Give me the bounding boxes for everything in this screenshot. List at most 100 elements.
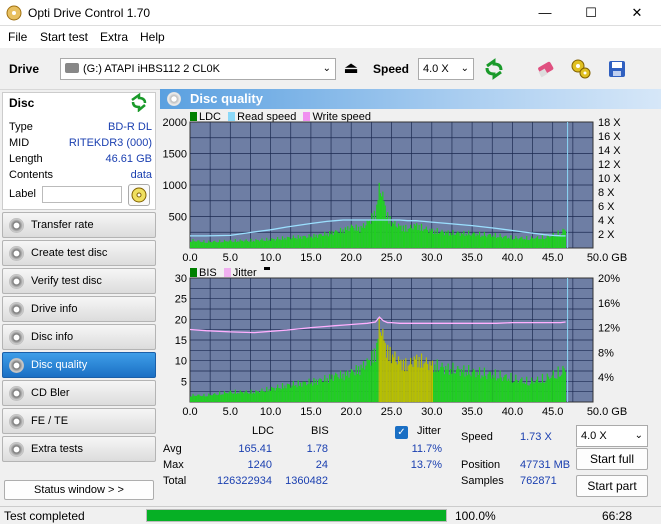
menu-help[interactable]: Help bbox=[140, 30, 165, 44]
y-right-tick-label: 10 X bbox=[598, 173, 621, 185]
status-window-button[interactable]: Status window > > bbox=[4, 480, 154, 500]
nav-disc-quality[interactable]: Disc quality bbox=[2, 352, 156, 378]
bis-bar bbox=[228, 391, 230, 402]
bis-bar bbox=[420, 353, 423, 402]
bis-bar bbox=[477, 375, 479, 402]
ldc-bar bbox=[350, 224, 353, 248]
ldc-bar bbox=[205, 242, 207, 248]
bis-bar bbox=[466, 375, 469, 402]
menu-start-test[interactable]: Start test bbox=[40, 30, 88, 44]
nav-extra-tests[interactable]: Extra tests bbox=[2, 436, 156, 462]
ldc-bar bbox=[275, 239, 278, 248]
ldc-bar bbox=[497, 237, 499, 248]
ldc-bar bbox=[397, 223, 400, 248]
bis-bar bbox=[272, 387, 274, 402]
ldc-bar bbox=[546, 234, 548, 248]
x-tick-label: 40.0 bbox=[502, 406, 523, 418]
stats-panel: LDC BIS ✓ Jitter Avg Max Total 165.41 12… bbox=[160, 420, 661, 504]
row-total-label: Total bbox=[163, 475, 187, 487]
start-full-button[interactable]: Start full bbox=[576, 448, 648, 470]
speed-select[interactable]: 4.0 X ⌄ bbox=[418, 58, 474, 80]
bis-bar bbox=[504, 375, 506, 402]
ldc-bar bbox=[239, 239, 241, 248]
ldc-bar bbox=[365, 225, 367, 248]
refresh-button[interactable] bbox=[481, 56, 507, 82]
bis-bar bbox=[505, 374, 507, 402]
x-tick-label: 40.0 bbox=[502, 252, 523, 264]
bis-bar bbox=[406, 371, 408, 402]
nav-transfer-rate[interactable]: Transfer rate bbox=[2, 212, 156, 238]
bis-bar bbox=[514, 381, 516, 402]
ldc-bar bbox=[361, 227, 363, 248]
disc-label-button[interactable] bbox=[128, 184, 150, 206]
maximize-button[interactable]: ☐ bbox=[568, 0, 614, 26]
x-tick-label: 50.0 GB bbox=[587, 406, 627, 418]
save-button[interactable] bbox=[604, 56, 630, 82]
bis-bar bbox=[564, 371, 566, 402]
bis-bar bbox=[273, 387, 275, 402]
bis-bar bbox=[220, 394, 222, 402]
ldc-bar bbox=[564, 230, 566, 248]
bis-bar bbox=[443, 374, 446, 402]
ldc-bar bbox=[506, 238, 508, 248]
disc-label-input[interactable] bbox=[42, 186, 122, 203]
ldc-bar bbox=[454, 234, 456, 248]
ldc-bar bbox=[367, 221, 369, 248]
ldc-avg: 165.41 bbox=[238, 443, 272, 455]
drive-select[interactable]: (G:) ATAPI iHBS112 2 CL0K ⌄ bbox=[60, 58, 336, 80]
nav-cd-bler[interactable]: CD Bler bbox=[2, 380, 156, 406]
minimize-button[interactable]: — bbox=[522, 0, 568, 26]
bis-bar bbox=[350, 368, 353, 402]
menu-file[interactable]: File bbox=[8, 30, 27, 44]
ldc-bar bbox=[549, 237, 551, 248]
ldc-bar bbox=[527, 239, 529, 248]
nav-drive-info[interactable]: Drive info bbox=[2, 296, 156, 322]
bis-bar bbox=[281, 383, 284, 402]
settings-button[interactable] bbox=[568, 56, 594, 82]
nav-fe-te[interactable]: FE / TE bbox=[2, 408, 156, 434]
test-speed-select[interactable]: 4.0 X ⌄ bbox=[576, 425, 648, 447]
ldc-bar bbox=[451, 235, 453, 248]
bis-bar bbox=[397, 356, 400, 402]
bis-bar bbox=[545, 380, 547, 402]
close-button[interactable]: ✕ bbox=[614, 0, 660, 26]
bis-bar bbox=[428, 370, 430, 402]
nav-create-test-disc[interactable]: Create test disc bbox=[2, 240, 156, 266]
bis-bar bbox=[543, 382, 545, 402]
disc-contents-label: Contents bbox=[9, 169, 54, 181]
menu-extra[interactable]: Extra bbox=[100, 30, 128, 44]
ldc-bar bbox=[260, 240, 262, 248]
ldc-bar bbox=[381, 196, 383, 248]
ldc-bar bbox=[557, 230, 559, 248]
bis-bar bbox=[234, 389, 236, 402]
x-tick-label: 0.0 bbox=[182, 406, 197, 418]
ldc-bar bbox=[389, 216, 391, 248]
bis-bar bbox=[307, 384, 309, 402]
ldc-bar bbox=[272, 238, 274, 248]
bis-bar bbox=[399, 361, 401, 402]
ldc-bar bbox=[221, 242, 223, 248]
bis-bar bbox=[533, 383, 535, 402]
nav-disc-info[interactable]: Disc info bbox=[2, 324, 156, 350]
nav-verify-test-disc[interactable]: Verify test disc bbox=[2, 268, 156, 294]
panel-header: Disc quality bbox=[160, 89, 661, 109]
ldc-bar bbox=[538, 238, 540, 248]
jitter-checkbox[interactable]: ✓ bbox=[395, 426, 408, 439]
bis-bar bbox=[524, 384, 527, 402]
eject-button[interactable]: ⏏ bbox=[338, 56, 364, 82]
erase-button[interactable] bbox=[533, 56, 559, 82]
bis-bar bbox=[423, 363, 425, 402]
ldc-bar bbox=[418, 224, 420, 248]
disc-icon bbox=[9, 246, 24, 261]
start-part-button[interactable]: Start part bbox=[576, 475, 648, 497]
disc-refresh-button[interactable] bbox=[128, 92, 150, 113]
ldc-bar bbox=[360, 225, 362, 248]
y-tick-label: 2000 bbox=[163, 118, 187, 129]
bis-bar bbox=[446, 369, 448, 402]
ldc-bar bbox=[533, 239, 535, 248]
disc-icon bbox=[9, 274, 24, 289]
bis-bar bbox=[435, 371, 437, 402]
ldc-bar bbox=[302, 236, 304, 248]
ldc-bar bbox=[324, 231, 326, 248]
ldc-bar bbox=[426, 229, 429, 248]
